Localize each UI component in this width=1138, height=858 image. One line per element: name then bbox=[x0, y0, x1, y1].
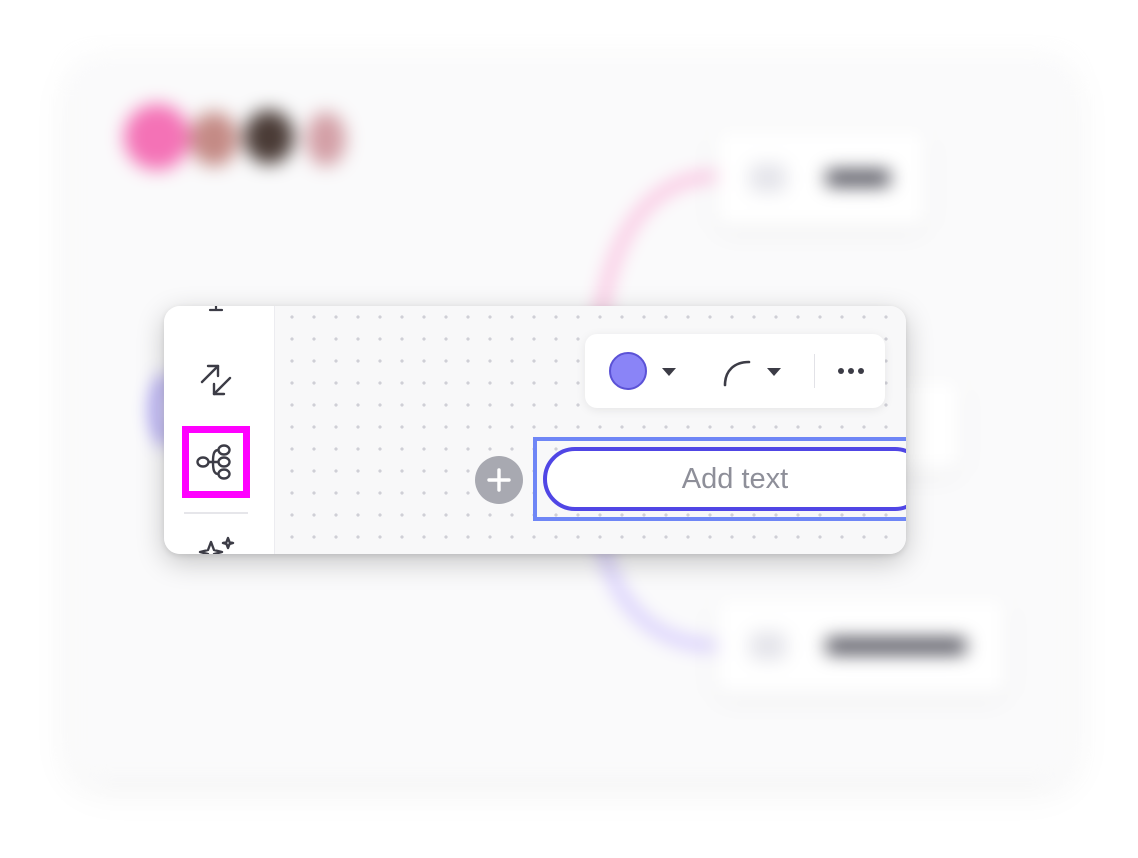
menu-divider bbox=[814, 354, 815, 388]
left-branch-line bbox=[151, 375, 169, 445]
background-node-bottom bbox=[716, 598, 1006, 694]
curve-style-icon bbox=[723, 360, 751, 387]
sparkle-icon bbox=[198, 536, 235, 554]
upper-branch-line bbox=[596, 172, 724, 324]
branch-style-button[interactable] bbox=[717, 354, 757, 390]
mindmap-node[interactable]: Add text bbox=[543, 447, 906, 511]
dot bbox=[848, 368, 854, 374]
plus-icon bbox=[487, 468, 511, 492]
node-context-menu bbox=[585, 334, 885, 408]
ai-sparkle-tool[interactable] bbox=[192, 532, 242, 554]
node-icon bbox=[750, 632, 786, 660]
screen: Add text bbox=[0, 0, 1138, 858]
chevron-down-icon[interactable] bbox=[662, 368, 676, 376]
zoomed-panel: Add text bbox=[164, 306, 906, 554]
text-tool[interactable] bbox=[198, 306, 234, 316]
connector-arrows-icon bbox=[200, 364, 232, 396]
mindmap-canvas[interactable]: Add text bbox=[275, 306, 906, 554]
connector-tool[interactable] bbox=[190, 358, 242, 402]
background-node-top bbox=[716, 130, 926, 226]
node-text-placeholder bbox=[826, 170, 890, 186]
node-color-swatch[interactable] bbox=[609, 352, 647, 390]
toolbar-divider bbox=[184, 512, 248, 514]
dot bbox=[858, 368, 864, 374]
node-text-placeholder[interactable]: Add text bbox=[682, 463, 788, 496]
text-cursor-icon bbox=[208, 306, 224, 312]
chevron-down-icon[interactable] bbox=[767, 368, 781, 376]
dot bbox=[838, 368, 844, 374]
node-icon bbox=[750, 164, 786, 192]
add-sibling-left-button[interactable] bbox=[475, 456, 523, 504]
mindmap-tool-highlight bbox=[182, 426, 250, 498]
left-toolbar bbox=[164, 306, 275, 554]
node-text-placeholder bbox=[826, 638, 966, 654]
more-options-icon[interactable] bbox=[831, 362, 871, 380]
